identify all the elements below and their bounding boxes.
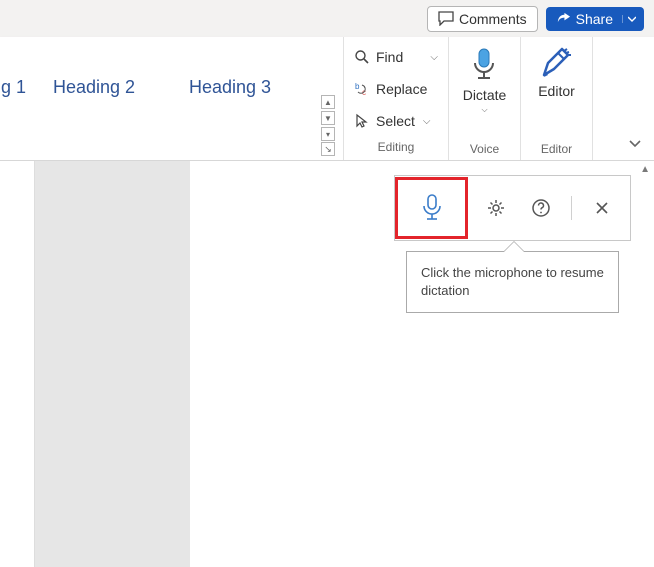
voice-group: Dictate ⌵ Voice xyxy=(449,37,521,160)
chevron-down-icon xyxy=(628,136,642,150)
voice-group-label: Voice xyxy=(470,140,499,160)
style-heading-2[interactable]: Heading 2 xyxy=(26,49,162,125)
help-icon xyxy=(531,198,551,218)
search-icon xyxy=(354,49,370,65)
dictate-dropdown[interactable]: ⌵ xyxy=(481,105,487,115)
share-icon xyxy=(556,11,571,26)
style-heading-3[interactable]: Heading 3 xyxy=(162,49,298,125)
ribbon: g 1 Heading 2 Heading 3 ▲ ▼ ▾ ↘ Find ⌵ b… xyxy=(0,37,654,161)
select-button[interactable]: Select ⌵ xyxy=(350,107,442,135)
cursor-icon xyxy=(354,113,370,129)
replace-button[interactable]: bc Replace xyxy=(350,75,442,103)
styles-dialog-launcher[interactable]: ↘ xyxy=(321,142,335,156)
share-label: Share xyxy=(576,11,613,27)
dictation-toolbar-actions xyxy=(468,176,630,240)
share-button[interactable]: Share xyxy=(546,7,644,31)
styles-more[interactable]: ▾ xyxy=(321,127,335,141)
dictation-help-button[interactable] xyxy=(526,193,556,223)
styles-spin-up[interactable]: ▲ xyxy=(321,95,335,109)
dictation-tooltip: Click the microphone to resume dictation xyxy=(406,251,619,313)
microphone-icon xyxy=(469,47,499,83)
page-left-strip xyxy=(0,161,35,567)
svg-text:b: b xyxy=(355,82,360,91)
dictation-mic-button[interactable] xyxy=(395,177,468,239)
share-dropdown[interactable] xyxy=(622,15,636,23)
style-heading-1[interactable]: g 1 xyxy=(0,49,26,125)
find-dropdown[interactable]: ⌵ xyxy=(430,52,442,63)
tooltip-text: Click the microphone to resume dictation xyxy=(406,251,619,313)
chevron-down-icon xyxy=(628,15,636,23)
dictation-settings-button[interactable] xyxy=(481,193,511,223)
dictate-button[interactable]: Dictate ⌵ xyxy=(457,45,513,117)
styles-spinner: ▲ ▼ ▾ xyxy=(321,95,335,141)
editor-button[interactable]: Editor xyxy=(532,45,581,101)
select-dropdown[interactable]: ⌵ xyxy=(423,116,435,127)
comment-icon xyxy=(438,11,454,26)
title-bar: Comments Share xyxy=(0,0,654,37)
tooltip-pointer xyxy=(504,242,524,252)
editor-group: Editor Editor xyxy=(521,37,593,160)
styles-gallery[interactable]: g 1 Heading 2 Heading 3 xyxy=(0,37,343,137)
styles-group: g 1 Heading 2 Heading 3 ▲ ▼ ▾ ↘ xyxy=(0,37,344,160)
close-icon xyxy=(595,201,609,215)
microphone-outline-icon xyxy=(421,193,443,223)
ribbon-collapse[interactable] xyxy=(628,136,642,150)
comments-button[interactable]: Comments xyxy=(427,6,538,32)
editing-group: Find ⌵ bc Replace Select ⌵ Editing xyxy=(344,37,449,160)
styles-spin-down[interactable]: ▼ xyxy=(321,111,335,125)
gear-icon xyxy=(486,198,506,218)
dictation-toolbar xyxy=(394,175,631,241)
comments-label: Comments xyxy=(459,11,527,27)
editor-group-label: Editor xyxy=(541,140,572,160)
divider xyxy=(571,196,572,220)
editor-pen-icon xyxy=(540,47,572,79)
replace-icon: bc xyxy=(354,81,370,97)
scroll-up-arrow[interactable]: ▲ xyxy=(640,164,650,175)
dictation-close-button[interactable] xyxy=(587,193,617,223)
editing-group-label: Editing xyxy=(350,138,442,158)
find-button[interactable]: Find ⌵ xyxy=(350,43,442,71)
